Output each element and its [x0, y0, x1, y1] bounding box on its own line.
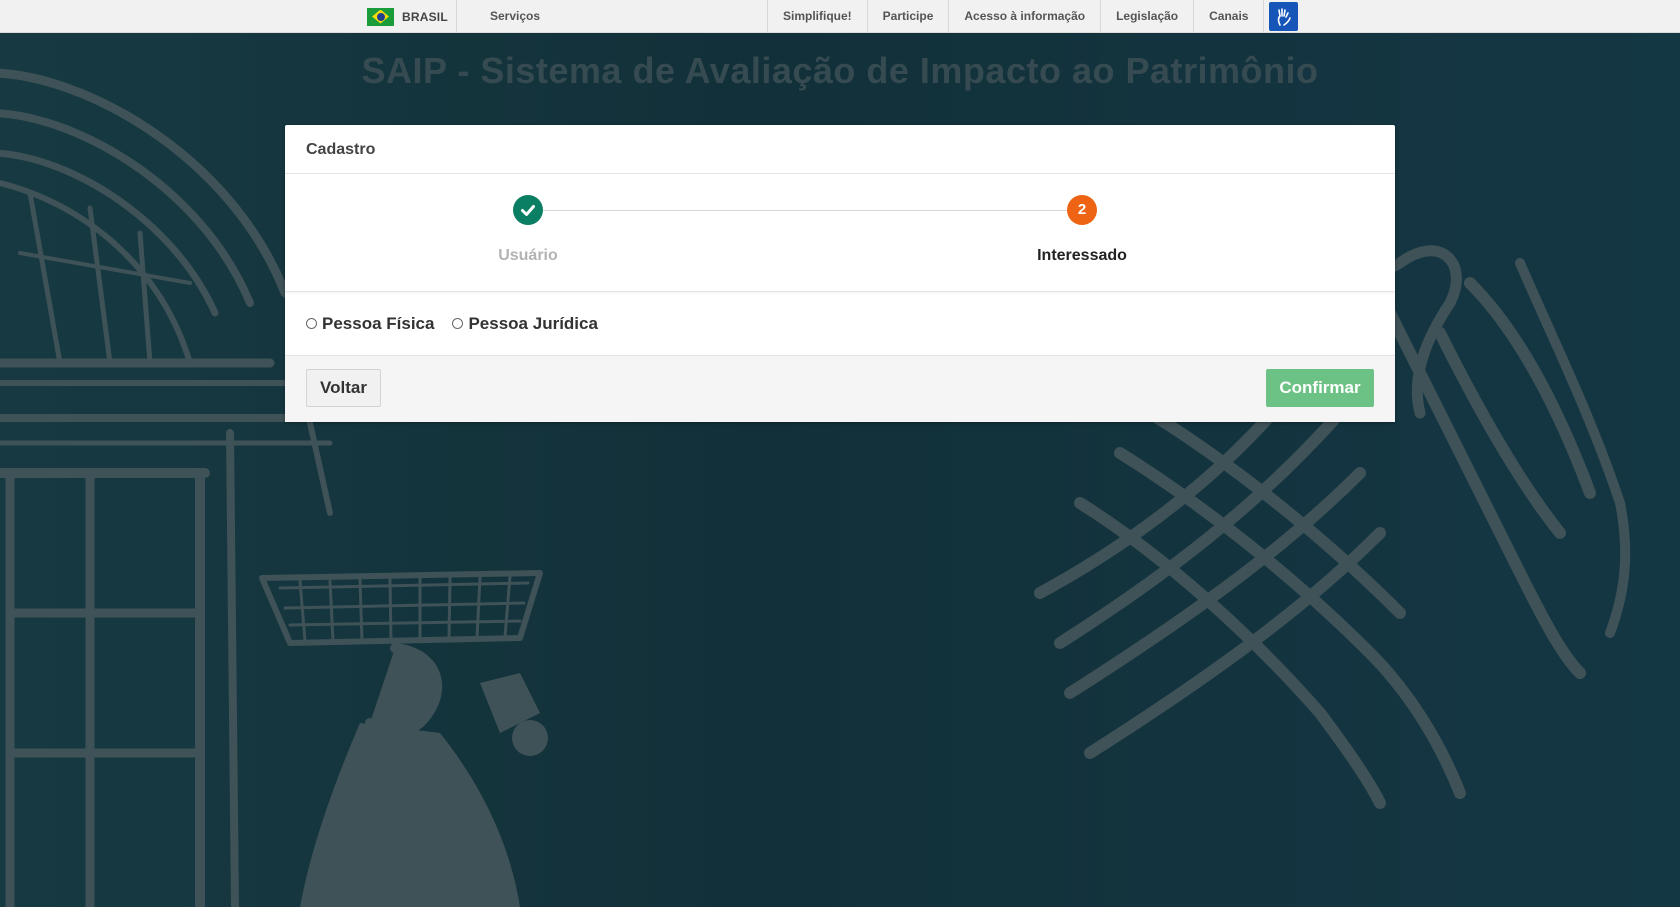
step-interessado-number: 2 — [1067, 195, 1097, 225]
step-interessado-label: Interessado — [1037, 247, 1127, 264]
registration-panel: Cadastro Usuário 2 Interessado Pessoa Fí… — [285, 125, 1395, 422]
divider — [456, 0, 457, 33]
gov-link-simplifique[interactable]: Simplifique! — [767, 0, 867, 33]
stepper-line — [527, 210, 1067, 211]
person-type-options: Pessoa Física Pessoa Jurídica — [285, 292, 1395, 356]
stepper: Usuário 2 Interessado — [285, 174, 1395, 292]
gov-link-participe[interactable]: Participe — [866, 0, 949, 33]
libras-hands-icon — [1277, 7, 1291, 26]
radio-pessoa-juridica-label: Pessoa Jurídica — [468, 313, 598, 333]
back-button[interactable]: Voltar — [306, 369, 381, 407]
brazil-flag-icon — [367, 7, 394, 26]
gov-brasil-link[interactable]: BRASIL — [367, 0, 448, 33]
radio-circle[interactable] — [452, 318, 464, 329]
gov-top-bar: BRASIL Serviços Simplifique! Participe A… — [0, 0, 1680, 33]
panel-footer: Voltar Confirmar — [285, 356, 1395, 422]
step-usuario-label: Usuário — [498, 247, 558, 264]
panel-header: Cadastro — [285, 125, 1395, 174]
radio-pessoa-fisica[interactable]: Pessoa Física — [306, 314, 434, 334]
gov-link-acesso-informacao[interactable]: Acesso à informação — [948, 0, 1100, 33]
gov-link-canais[interactable]: Canais — [1193, 0, 1265, 33]
page-title: SAIP - Sistema de Avaliação de Impacto a… — [361, 50, 1319, 91]
gov-link-legislacao[interactable]: Legislação — [1100, 0, 1193, 33]
libras-accessibility-button[interactable] — [1269, 2, 1299, 31]
confirm-button[interactable]: Confirmar — [1266, 369, 1374, 407]
radio-pessoa-juridica[interactable]: Pessoa Jurídica — [452, 313, 598, 334]
gov-links: Simplifique! Participe Acesso à informaç… — [767, 0, 1299, 33]
gov-services-link[interactable]: Serviços — [490, 0, 540, 33]
radio-circle[interactable] — [306, 318, 317, 329]
radio-pessoa-fisica-label: Pessoa Física — [322, 313, 435, 333]
step-usuario-check-icon — [513, 195, 543, 225]
gov-brasil-label: BRASIL — [402, 9, 448, 24]
